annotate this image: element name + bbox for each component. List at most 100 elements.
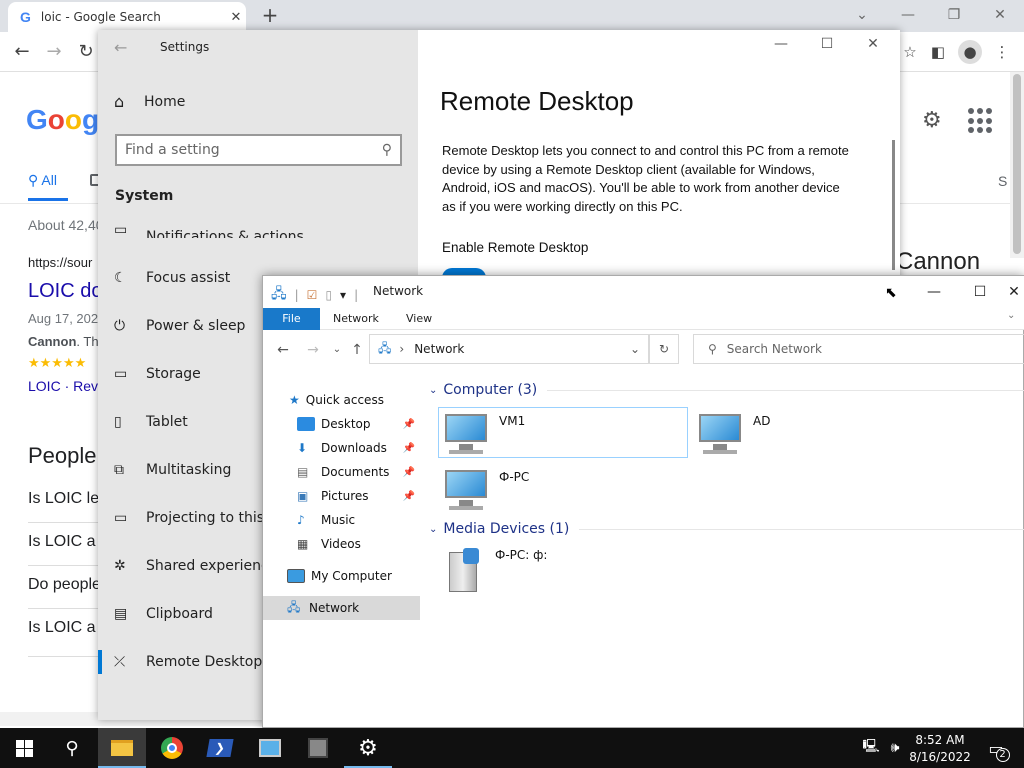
ribbon-tab-file[interactable]: File: [263, 308, 320, 330]
computer-icon: [699, 414, 745, 458]
action-center-icon[interactable]: ▭ 2: [980, 728, 1012, 768]
network-icon: 🖧: [287, 599, 301, 614]
side-panel-icon[interactable]: ◧: [926, 40, 950, 64]
tab-close-icon[interactable]: ✕: [226, 10, 246, 25]
results-count: About 42,40: [28, 217, 104, 233]
google-apps-icon[interactable]: [968, 108, 994, 134]
forward-arrow-icon[interactable]: →: [40, 38, 68, 66]
settings-close-button[interactable]: ✕: [850, 36, 896, 56]
file-explorer-taskbar-icon[interactable]: [98, 728, 146, 768]
nav-pictures[interactable]: ▣ Pictures 📌: [263, 484, 421, 508]
network-computer-phi-pc[interactable]: Ф-PC: [445, 470, 529, 514]
profile-avatar-icon[interactable]: ●: [958, 40, 982, 64]
pin-icon[interactable]: 📌: [403, 467, 415, 478]
nav-quick-access[interactable]: ★ Quick access: [263, 388, 421, 412]
new-folder-icon[interactable]: ▯: [325, 288, 332, 302]
media-device-phi-pc[interactable]: Ф-PC: ф:: [445, 548, 547, 594]
settings-gear-icon[interactable]: ⚙: [922, 108, 942, 133]
start-windows-icon[interactable]: [0, 728, 48, 768]
explorer-close-button[interactable]: ✕: [1003, 278, 1024, 306]
chrome-minimize-button[interactable]: —: [888, 4, 928, 28]
refresh-button[interactable]: ↻: [649, 334, 679, 364]
star-icon: ★: [289, 393, 300, 407]
network-status-icon[interactable]: 🖳: [858, 728, 884, 768]
reload-icon[interactable]: ↻: [72, 38, 100, 66]
taskbar-clock[interactable]: 8:52 AM 8/16/2022: [900, 732, 980, 766]
group-label: Computer (3): [443, 382, 538, 398]
chrome-close-button[interactable]: ✕: [980, 4, 1020, 28]
documents-icon: ▤: [297, 465, 309, 479]
forward-arrow-icon[interactable]: →: [301, 338, 325, 362]
google-logo[interactable]: Googl: [26, 104, 107, 136]
chrome-restore-button[interactable]: ❐: [934, 4, 974, 28]
nav-my-computer[interactable]: My Computer: [263, 564, 421, 588]
file-explorer-window: 🖧 | ☑ ▯ ▾ | Network — ☐ ✕ ⬉ File Network…: [262, 275, 1024, 728]
address-dropdown-icon[interactable]: ⌄: [630, 342, 640, 356]
pin-icon[interactable]: 📌: [403, 419, 415, 430]
remote-desktop-taskbar-icon[interactable]: [294, 728, 342, 768]
up-arrow-icon[interactable]: ↑: [345, 338, 369, 362]
music-note-icon: ♪: [297, 513, 305, 527]
computer-icon: [445, 414, 491, 458]
notifications-icon: ▭: [114, 222, 128, 238]
bookmark-star-icon[interactable]: ☆: [898, 40, 922, 64]
pin-icon[interactable]: 📌: [403, 443, 415, 454]
content-scrollbar[interactable]: [892, 140, 895, 270]
result-title-link[interactable]: LOIC do: [28, 280, 102, 303]
ribbon-tab-view[interactable]: View: [406, 308, 432, 330]
chrome-taskbar-icon[interactable]: [148, 728, 196, 768]
nav-videos[interactable]: ▦ Videos: [263, 532, 421, 556]
network-computer-vm1[interactable]: VM1: [445, 414, 525, 458]
home-icon: ⌂: [114, 92, 125, 111]
properties-icon[interactable]: ☑: [307, 288, 318, 302]
home-nav-item[interactable]: ⌂ Home: [114, 92, 185, 111]
question-item[interactable]: Is LOIC a: [28, 619, 96, 637]
nav-music[interactable]: ♪ Music: [263, 508, 421, 532]
chrome-menu-icon[interactable]: ⋮: [990, 40, 1014, 64]
nav-desktop[interactable]: Desktop 📌: [263, 412, 421, 436]
chrome-tab[interactable]: G loic - Google Search ✕: [8, 2, 246, 32]
search-icon[interactable]: ⚲: [48, 728, 96, 768]
nav-documents[interactable]: ▤ Documents 📌: [263, 460, 421, 484]
find-setting-search-input[interactable]: Find a setting ⚲: [115, 134, 402, 166]
moon-icon: ☾: [114, 270, 127, 286]
settings-minimize-button[interactable]: —: [758, 36, 804, 56]
back-arrow-icon[interactable]: ←: [271, 338, 295, 362]
multitasking-icon: ⧉: [114, 462, 124, 478]
ribbon-expand-icon[interactable]: ⌄: [1007, 310, 1015, 321]
result-url[interactable]: https://sour: [28, 255, 92, 270]
powershell-taskbar-icon[interactable]: ❯: [196, 728, 244, 768]
vertical-scrollbar[interactable]: [1010, 72, 1024, 258]
media-device-name: Ф-PC: ф:: [495, 548, 548, 562]
computer-icon: [445, 470, 491, 514]
explorer-minimize-button[interactable]: —: [911, 278, 957, 306]
sidebar-item-notifications[interactable]: ▭ Notifications & actions: [114, 214, 418, 238]
address-bar[interactable]: 🖧 › Network ⌄: [369, 334, 649, 364]
back-arrow-icon[interactable]: ←: [8, 38, 36, 66]
group-header-media[interactable]: ⌄ Media Devices (1): [429, 521, 1024, 537]
nav-downloads[interactable]: ⬇ Downloads 📌: [263, 436, 421, 460]
network-computer-ad[interactable]: AD: [699, 414, 770, 458]
search-tab-all[interactable]: ⚲ All: [28, 172, 57, 189]
ribbon-tab-network[interactable]: Network: [333, 308, 379, 330]
network-app-taskbar-icon[interactable]: [246, 728, 294, 768]
pin-icon[interactable]: 📌: [403, 491, 415, 502]
question-item[interactable]: Is LOIC le: [28, 490, 99, 508]
result-sitelinks[interactable]: LOIC · Rev: [28, 378, 98, 394]
google-favicon-icon: G: [20, 9, 31, 25]
explorer-maximize-button[interactable]: ☐: [957, 278, 1003, 306]
selected-indicator: [98, 650, 102, 674]
sidebar-item-label: Multitasking: [146, 462, 232, 478]
nav-network[interactable]: 🖧 Network: [263, 596, 421, 620]
new-tab-button[interactable]: +: [258, 4, 282, 28]
back-arrow-icon[interactable]: ←: [114, 38, 127, 57]
chrome-tab-search-icon[interactable]: ⌄: [842, 4, 882, 28]
question-item[interactable]: Do people: [28, 576, 101, 594]
search-network-input[interactable]: ⚲ Search Network: [693, 334, 1024, 364]
qat-dropdown-icon[interactable]: ▾: [340, 288, 346, 302]
tools-tab-label[interactable]: S: [998, 173, 1007, 189]
settings-gear-icon[interactable]: ⚙: [344, 728, 392, 768]
settings-maximize-button[interactable]: ☐: [804, 36, 850, 56]
question-item[interactable]: Is LOIC a: [28, 533, 96, 551]
group-header-computer[interactable]: ⌄ Computer (3): [429, 382, 1024, 398]
